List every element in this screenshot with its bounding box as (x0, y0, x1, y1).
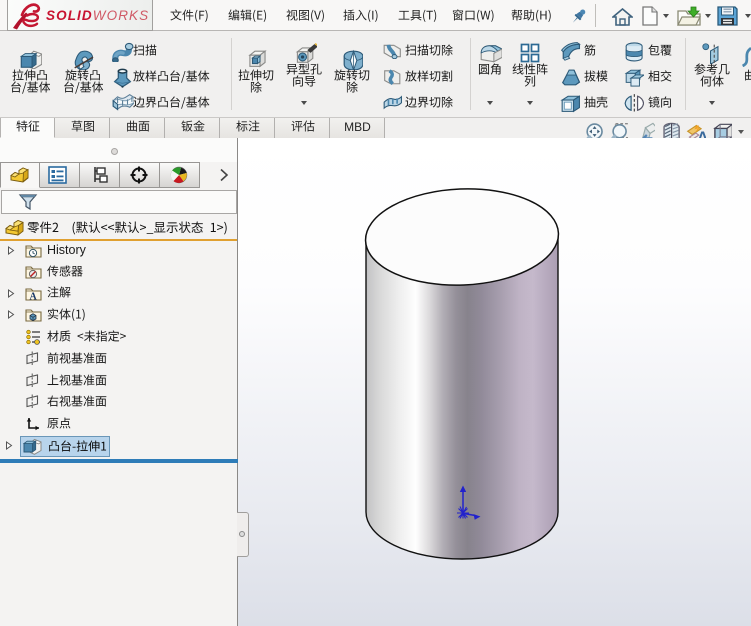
svg-text:A: A (30, 291, 38, 301)
